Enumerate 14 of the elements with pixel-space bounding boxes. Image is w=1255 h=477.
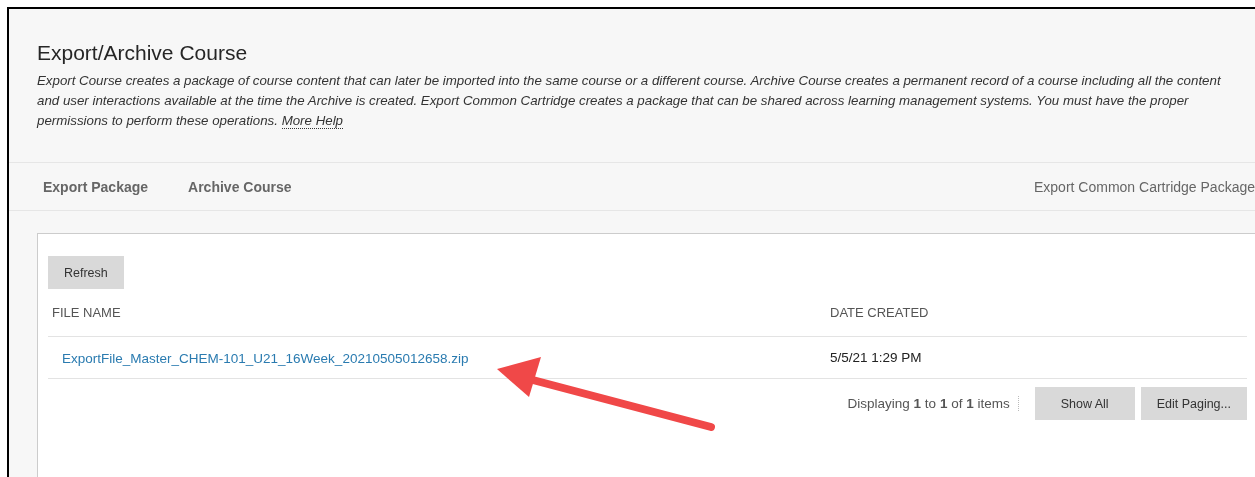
- file-link[interactable]: ExportFile_Master_CHEM-101_U21_16Week_20210505012658.zip: [48, 351, 469, 366]
- column-header: FILE NAME: [51, 305, 122, 320]
- action-bar-link[interactable]: Archive Course: [188, 178, 292, 195]
- page-description: Export Course creates a package of course content that can later be imported into the same course or a different course. Archive Course creates a permanent record of a course including all the content and user interactions available at the time the Archive is created. Export Common Cartridge creates a package that can be shared across learning management systems. You must have the proper permissions to perform these operations. More Help: [37, 72, 1222, 131]
- date-cell-text: 5/5/21 1:29 PM: [829, 350, 923, 365]
- pagination-button[interactable]: Show All: [1034, 387, 1135, 420]
- action-bar-link[interactable]: Export Common Cartridge Package: [1034, 178, 1255, 195]
- column-header: DATE CREATED: [829, 305, 930, 320]
- pagination-summary: Displaying 1 to 1 of 1 items: [847, 396, 1019, 411]
- refresh-button[interactable]: Refresh: [48, 256, 124, 289]
- more-help-link[interactable]: More Help: [281, 113, 343, 129]
- page-title: Export/Archive Course: [37, 41, 249, 65]
- action-bar-link[interactable]: Export Package: [43, 178, 149, 195]
- pagination-button[interactable]: Edit Paging...: [1140, 387, 1247, 420]
